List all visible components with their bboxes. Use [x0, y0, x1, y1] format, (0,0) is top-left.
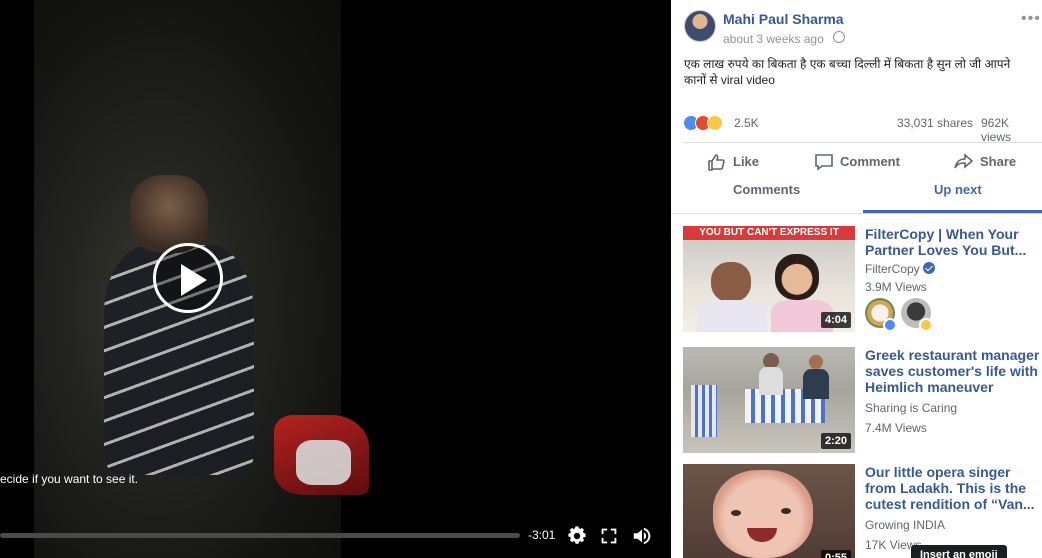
reaction-count[interactable]: 2.5K — [734, 116, 759, 130]
comment-button[interactable]: Comment — [814, 152, 914, 172]
volume-button[interactable] — [631, 525, 653, 547]
video-scene-white-cloth — [296, 440, 351, 485]
thumbnail-child-face — [713, 470, 813, 558]
globe-icon — [833, 31, 845, 43]
like-button[interactable]: Like — [707, 152, 777, 172]
wow-reaction-icon — [919, 318, 933, 332]
video-scene-person-head — [130, 175, 208, 253]
video-source[interactable]: Sharing is Caring — [865, 401, 957, 415]
up-next-item[interactable]: YOU BUT CAN'T EXPRESS IT 4:04 FilterCopy… — [683, 226, 1042, 332]
settings-button[interactable] — [566, 525, 588, 547]
up-next-item[interactable]: 2:20 Greek restaurant manager saves cust… — [683, 347, 1042, 453]
progress-bar[interactable] — [0, 533, 520, 538]
video-title[interactable]: FilterCopy | When Your Partner Loves You… — [865, 226, 1042, 258]
content-warning-text: ecide if you want to see it. — [0, 472, 139, 486]
video-duration: 2:20 — [820, 433, 851, 449]
thumbnail-person-body — [759, 367, 783, 395]
video-title[interactable]: Greek restaurant manager saves customer'… — [865, 347, 1042, 395]
thumbnail-person-body — [803, 369, 829, 399]
up-next-item[interactable]: 0:55 Our little opera singer from Ladakh… — [683, 464, 1042, 558]
tab-up-next[interactable]: Up next — [934, 182, 982, 197]
fullscreen-button[interactable] — [598, 525, 620, 547]
thumbnail-person-shirt — [697, 300, 767, 332]
thumbnail-eye — [781, 508, 791, 514]
gear-icon — [568, 526, 586, 544]
share-label: Share — [980, 154, 1017, 169]
comment-icon — [815, 154, 833, 171]
post-sidebar: Mahi Paul Sharma about 3 weeks ago ••• ए… — [671, 0, 1042, 558]
video-title[interactable]: Our little opera singer from Ladakh. Thi… — [865, 464, 1042, 512]
video-source[interactable]: Growing INDIA — [865, 518, 945, 532]
post-timestamp[interactable]: about 3 weeks ago — [723, 32, 824, 46]
like-reaction-icon — [883, 318, 897, 332]
play-icon — [181, 264, 207, 296]
video-thumbnail[interactable]: 0:55 — [683, 464, 855, 558]
video-source-name[interactable]: FilterCopy — [865, 262, 920, 276]
thumbnail-person — [775, 254, 819, 300]
thumbnail-person — [809, 355, 823, 369]
author-name[interactable]: Mahi Paul Sharma — [723, 11, 844, 27]
thumbnail-eye — [731, 510, 741, 516]
speaker-icon — [633, 527, 651, 545]
video-thumbnail[interactable]: 2:20 — [683, 347, 855, 453]
tab-comments[interactable]: Comments — [733, 182, 800, 197]
like-label: Like — [733, 154, 760, 169]
more-options-button[interactable]: ••• — [1021, 10, 1041, 28]
video-duration: 0:55 — [820, 550, 851, 558]
sad-reaction-icon — [707, 115, 723, 131]
play-button[interactable] — [153, 243, 223, 313]
emoji-tooltip: Insert an emoji — [911, 545, 1007, 558]
video-duration: 4:04 — [820, 312, 851, 328]
divider — [683, 142, 1042, 143]
video-views: 7.4M Views — [865, 421, 927, 435]
view-count: 962K views — [981, 116, 1012, 144]
video-player[interactable]: ecide if you want to see it. -3:01 — [0, 0, 671, 558]
post-caption: एक लाख रुपये का बिकता है एक बच्चा दिल्ली… — [684, 57, 1011, 87]
thumbnail-banner: YOU BUT CAN'T EXPRESS IT — [683, 226, 855, 240]
thumbs-up-icon — [708, 154, 725, 171]
author-avatar[interactable] — [684, 10, 716, 42]
video-viewer: ecide if you want to see it. -3:01 Mahi … — [0, 0, 1042, 558]
divider — [671, 213, 1042, 214]
thumbnail-person — [711, 262, 751, 302]
comment-label: Comment — [840, 154, 900, 169]
share-count[interactable]: 33,031 shares — [897, 116, 973, 130]
share-icon — [954, 153, 974, 169]
expand-icon — [601, 528, 617, 544]
video-source[interactable]: FilterCopy — [865, 262, 935, 276]
thumbnail-chair — [691, 385, 717, 437]
video-thumbnail[interactable]: YOU BUT CAN'T EXPRESS IT 4:04 — [683, 226, 855, 332]
share-button[interactable]: Share — [954, 152, 1034, 172]
time-remaining: -3:01 — [528, 528, 556, 542]
verified-icon — [922, 262, 935, 274]
video-views: 3.9M Views — [865, 280, 927, 294]
